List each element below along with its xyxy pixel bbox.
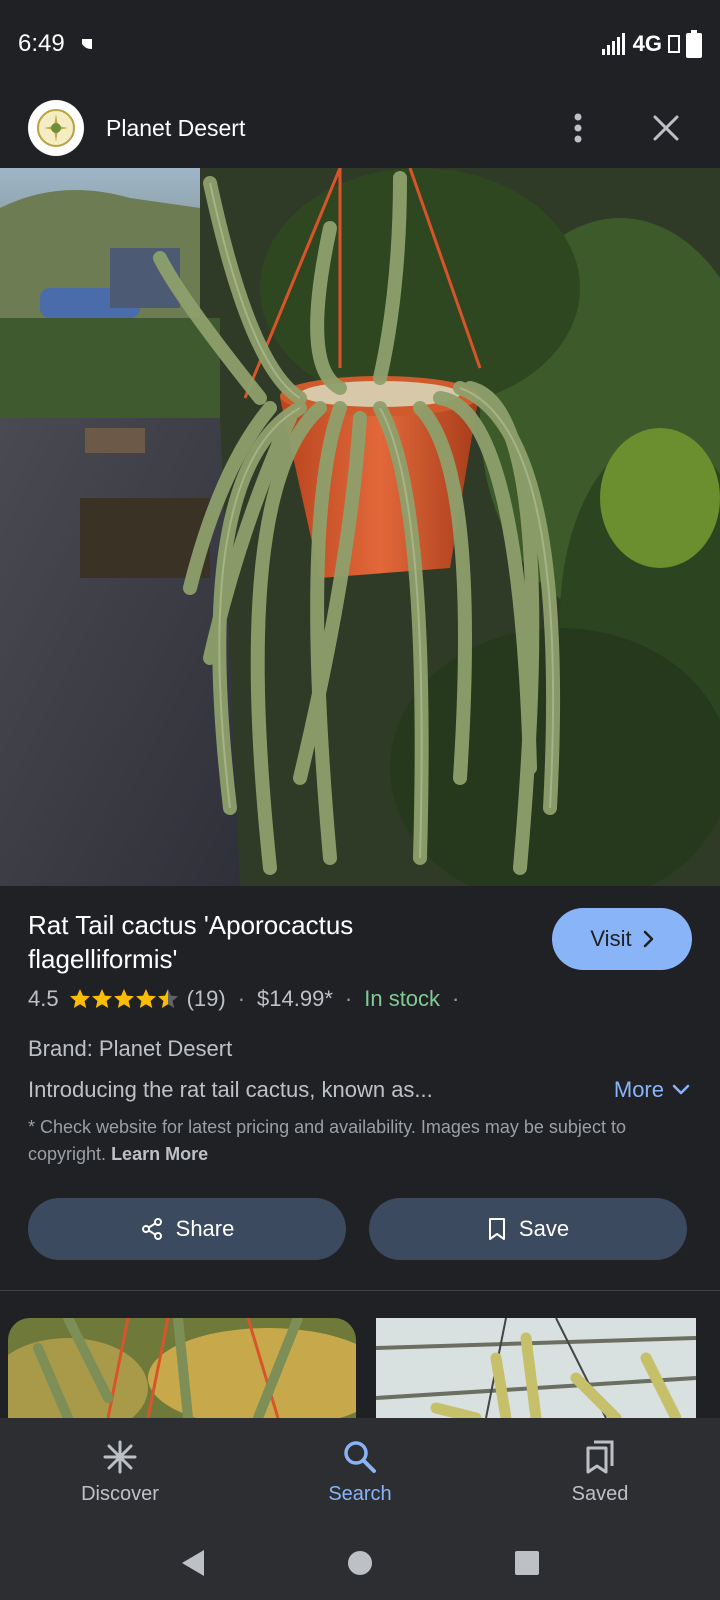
site-logo[interactable] — [28, 100, 84, 156]
share-button[interactable]: Share — [28, 1198, 346, 1260]
related-image-2[interactable] — [376, 1318, 696, 1418]
rating-value: 4.5 — [28, 986, 59, 1011]
chevron-right-icon — [643, 930, 653, 948]
related-image-1[interactable] — [8, 1318, 356, 1418]
product-image[interactable] — [0, 168, 720, 886]
header: Planet Desert — [0, 88, 720, 168]
divider — [0, 1290, 720, 1291]
stars-icon — [69, 989, 178, 1008]
recents-icon[interactable] — [514, 1550, 540, 1576]
home-icon[interactable] — [347, 1550, 373, 1576]
save-label: Save — [518, 1216, 570, 1241]
more-options-icon[interactable] — [558, 108, 598, 148]
site-name[interactable]: Planet Desert — [106, 115, 245, 142]
signal-icon — [601, 33, 625, 55]
product-info: Rat Tail cactus 'Aporocactus flagellifor… — [0, 886, 720, 1286]
review-count[interactable]: (19) — [187, 986, 226, 1012]
separator-dot: · — [344, 986, 353, 1011]
save-button[interactable]: Save — [369, 1198, 687, 1260]
nav-saved-label: Saved — [571, 1482, 629, 1505]
more-button[interactable]: More — [614, 1077, 690, 1103]
network-type: 4G — [632, 31, 662, 56]
disclaimer: * Check website for latest pricing and a… — [28, 1114, 668, 1168]
status-bar: 6:49 4G — [0, 0, 720, 88]
share-label: Share — [175, 1216, 235, 1241]
bookmark-icon — [488, 1218, 505, 1240]
visit-label: Visit — [590, 926, 632, 951]
nav-search-label: Search — [328, 1482, 392, 1505]
nav-saved[interactable]: Saved — [480, 1418, 720, 1526]
lte-icon — [668, 35, 680, 53]
search-icon — [344, 1440, 376, 1473]
system-nav — [0, 1526, 720, 1600]
notification-icon — [81, 39, 92, 49]
bottom-nav: Discover Search Saved — [0, 1418, 720, 1526]
separator-dot: · — [237, 986, 246, 1011]
related-images — [0, 1318, 720, 1418]
share-icon — [141, 1218, 162, 1240]
planet-desert-logo-icon — [37, 109, 75, 147]
brand: Brand: Planet Desert — [28, 1036, 233, 1061]
nav-search[interactable]: Search — [240, 1418, 480, 1526]
description: Introducing the rat tail cactus, known a… — [28, 1077, 433, 1102]
stock-status: In stock — [364, 986, 441, 1011]
learn-more-link[interactable]: Learn More — [111, 1144, 208, 1164]
more-label: More — [613, 1077, 664, 1102]
visit-button[interactable]: Visit — [552, 908, 692, 970]
product-title: Rat Tail cactus 'Aporocactus flagellifor… — [28, 910, 354, 974]
nav-discover-label: Discover — [81, 1482, 159, 1505]
separator-dot: · — [452, 986, 460, 1011]
star-rating — [69, 988, 181, 1010]
status-time: 6:49 — [18, 30, 65, 57]
price: $14.99* — [257, 986, 333, 1011]
battery-icon — [686, 30, 702, 58]
rating-row: 4.5 (19) · $14.99* · In stock · — [28, 986, 471, 1012]
back-icon[interactable] — [180, 1548, 206, 1578]
nav-discover[interactable]: Discover — [0, 1418, 240, 1526]
chevron-down-icon — [672, 1084, 690, 1095]
close-icon[interactable] — [646, 108, 686, 148]
asterisk-icon — [103, 1440, 137, 1473]
saved-icon — [586, 1440, 614, 1473]
